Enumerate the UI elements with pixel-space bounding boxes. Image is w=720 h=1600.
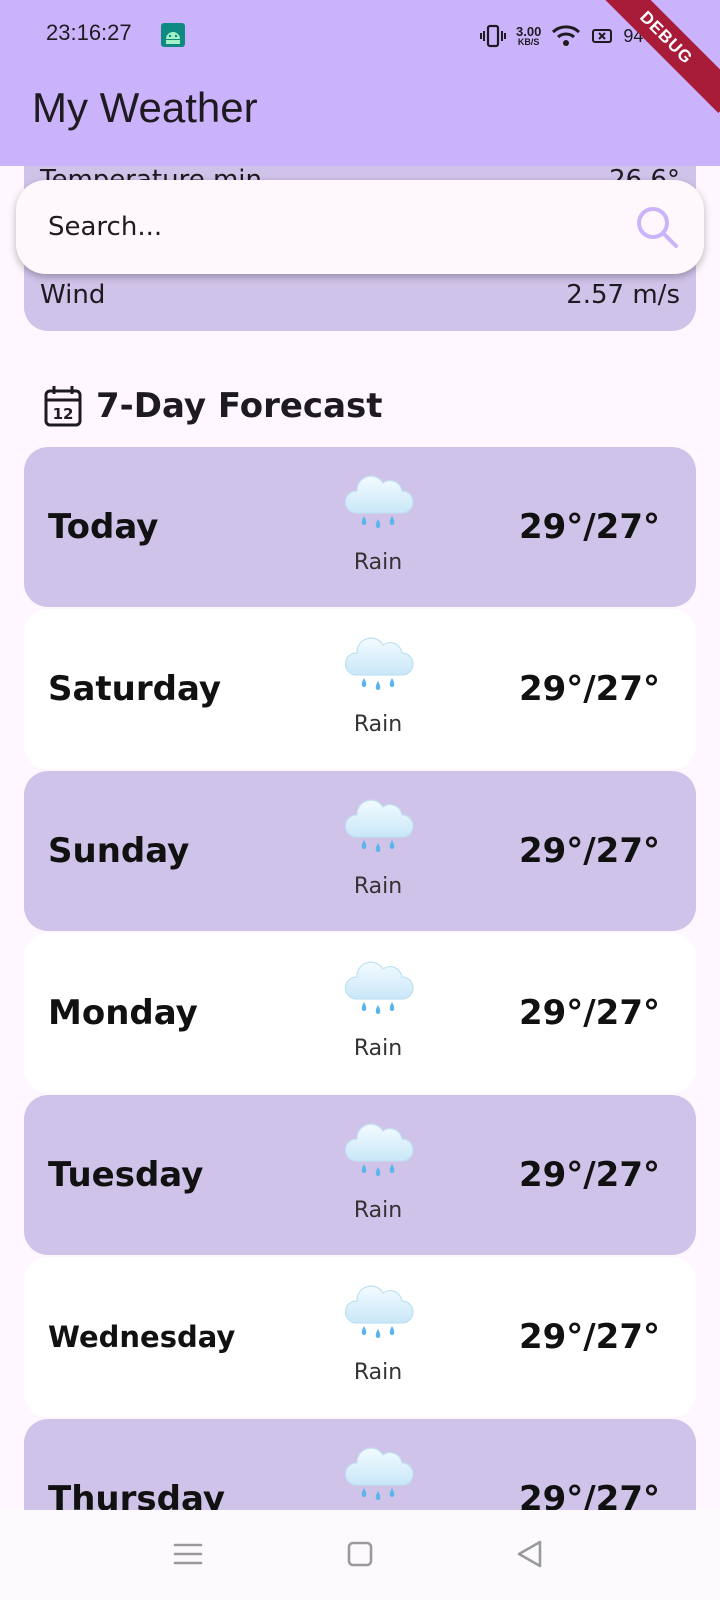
day-temperature: 29°/27° xyxy=(518,1317,660,1357)
forecast-row-thursday[interactable]: Thursday 29°/27° xyxy=(24,1419,696,1510)
rain-cloud-icon xyxy=(342,1279,414,1347)
day-condition: Rain xyxy=(353,550,403,575)
home-icon[interactable] xyxy=(340,1534,380,1574)
battery-saver-icon xyxy=(592,29,613,43)
forecast-list: Today Rain 29°/27° Saturday Rain 29°/27°… xyxy=(24,447,696,1510)
day-temperature: 29°/27° xyxy=(518,1155,660,1195)
vibrate-icon xyxy=(480,24,506,48)
day-name: Wednesday xyxy=(48,1320,236,1354)
day-condition: Rain xyxy=(353,712,403,737)
day-temperature: 29°/27° xyxy=(518,669,660,709)
day-temperature: 29°/27° xyxy=(518,831,660,871)
day-temperature: 29°/27° xyxy=(518,993,660,1033)
day-condition: Rain xyxy=(353,874,403,899)
day-temperature: 29°/27° xyxy=(518,1479,660,1510)
network-speed: 3.00 KB/S xyxy=(516,25,541,47)
android-app-icon xyxy=(161,23,185,47)
app-bar: 23:16:27 3.00 KB/S 94% My Weather xyxy=(0,0,720,166)
wind-label: Wind xyxy=(40,280,106,310)
back-icon[interactable] xyxy=(510,1534,550,1574)
day-name: Saturday xyxy=(48,669,222,709)
search-bar[interactable] xyxy=(16,180,704,274)
forecast-title: 7-Day Forecast xyxy=(96,386,383,426)
calendar-icon: 12 xyxy=(44,386,82,427)
wifi-icon xyxy=(552,25,581,46)
search-input[interactable] xyxy=(48,180,608,274)
wind-row: Wind 2.57 m/s xyxy=(40,275,680,315)
day-condition: Rain xyxy=(353,1198,403,1223)
rain-cloud-icon xyxy=(342,631,414,699)
day-name: Thursday xyxy=(48,1479,226,1510)
rain-cloud-icon xyxy=(342,1117,414,1185)
day-name: Monday xyxy=(48,993,198,1033)
day-name: Tuesday xyxy=(48,1155,204,1195)
day-name: Today xyxy=(48,507,159,547)
calendar-icon-number: 12 xyxy=(53,405,74,423)
forecast-row-today[interactable]: Today Rain 29°/27° xyxy=(24,447,696,607)
day-condition: Rain xyxy=(353,1036,403,1061)
rain-cloud-icon xyxy=(342,955,414,1023)
forecast-row-tuesday[interactable]: Tuesday Rain 29°/27° xyxy=(24,1095,696,1255)
rain-cloud-icon xyxy=(342,469,414,537)
day-temperature: 29°/27° xyxy=(518,507,660,547)
rain-cloud-icon xyxy=(342,1441,414,1509)
forecast-row-sunday[interactable]: Sunday Rain 29°/27° xyxy=(24,771,696,931)
status-time: 23:16:27 xyxy=(46,20,132,45)
search-icon[interactable] xyxy=(634,204,680,250)
day-condition: Rain xyxy=(353,1360,403,1385)
recent-apps-icon[interactable] xyxy=(168,1534,208,1574)
wind-value: 2.57 m/s xyxy=(566,280,680,310)
forecast-row-saturday[interactable]: Saturday Rain 29°/27° xyxy=(24,609,696,769)
rain-cloud-icon xyxy=(342,793,414,861)
navigation-bar xyxy=(0,1510,720,1600)
network-speed-unit: KB/S xyxy=(517,37,540,47)
forecast-header: 12 7-Day Forecast xyxy=(44,382,383,430)
forecast-row-wednesday[interactable]: Wednesday Rain 29°/27° xyxy=(24,1257,696,1417)
app-title: My Weather xyxy=(32,84,258,131)
forecast-row-monday[interactable]: Monday Rain 29°/27° xyxy=(24,933,696,1093)
day-name: Sunday xyxy=(48,831,190,871)
